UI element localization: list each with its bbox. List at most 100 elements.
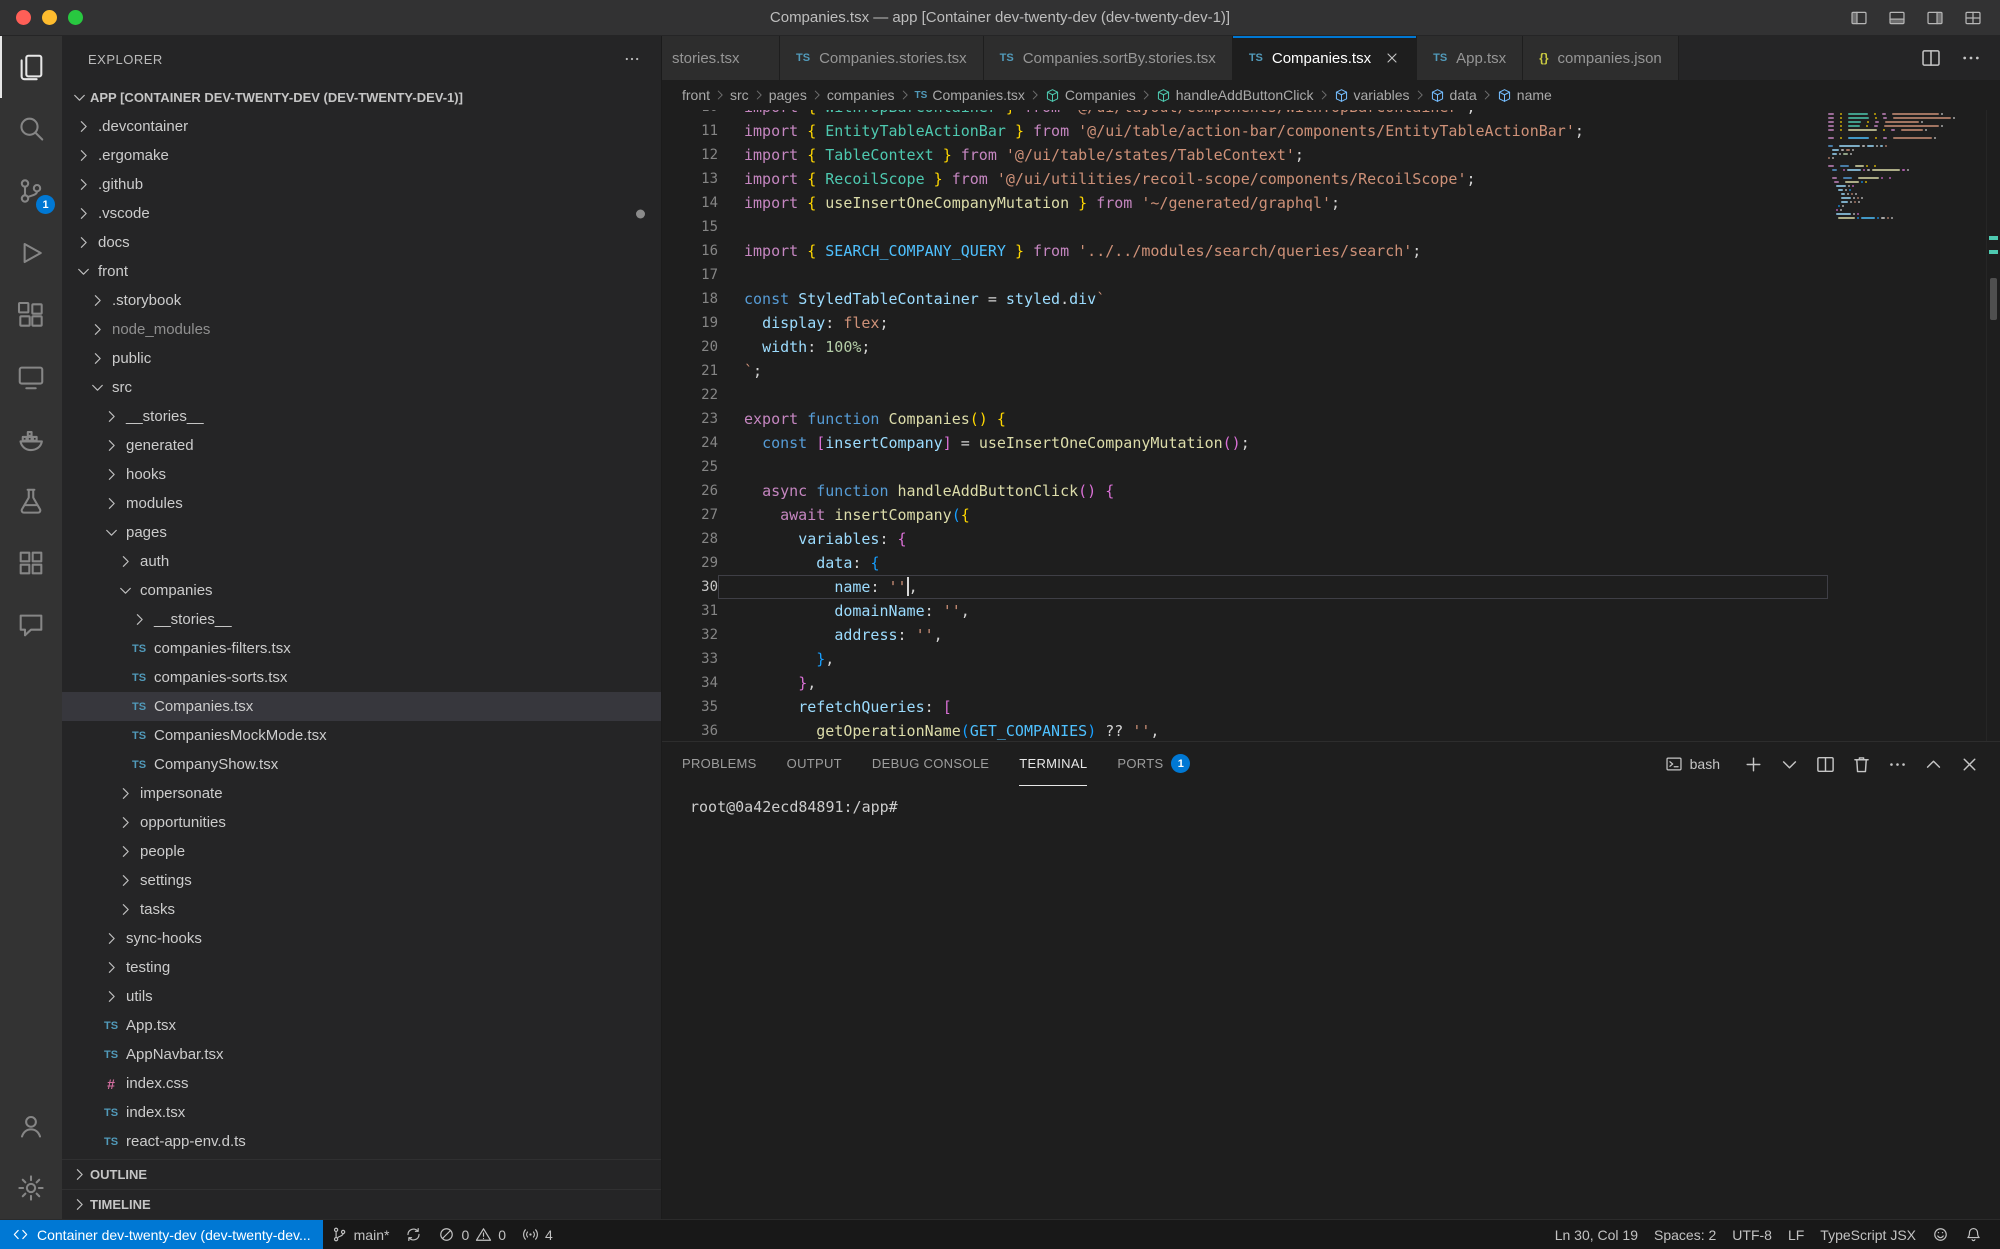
activity-item-docker[interactable]: [0, 408, 62, 470]
activity-item-extension-grid[interactable]: [0, 532, 62, 594]
tree-item-auth[interactable]: auth: [62, 547, 661, 576]
layout-grid-icon[interactable]: [1964, 9, 1982, 27]
code-line-26[interactable]: 26 async function handleAddButtonClick()…: [662, 479, 1828, 503]
activity-item-run-and-debug[interactable]: [0, 222, 62, 284]
activity-item-testing[interactable]: [0, 470, 62, 532]
panel-tab-terminal[interactable]: TERMINAL: [1019, 742, 1087, 786]
status-eol[interactable]: LF: [1780, 1220, 1812, 1249]
close-panel-icon[interactable]: [1959, 754, 1980, 775]
forwarded-ports-status[interactable]: 4: [514, 1220, 561, 1249]
activity-item-search[interactable]: [0, 98, 62, 160]
scrollbar-thumb[interactable]: [1990, 278, 1997, 320]
split-editor-icon[interactable]: [1920, 47, 1942, 69]
activity-item-source-control[interactable]: 1: [0, 160, 62, 222]
breadcrumb-name[interactable]: name: [1497, 87, 1552, 103]
code-line-18[interactable]: 18const StyledTableContainer = styled.di…: [662, 287, 1828, 311]
breadcrumb-companies[interactable]: companies: [827, 87, 895, 103]
breadcrumb-front[interactable]: front: [682, 87, 710, 103]
code-line-30[interactable]: 30 name: '',: [662, 575, 1828, 599]
code-line-15[interactable]: 15: [662, 215, 1828, 239]
tree-item-app-tsx[interactable]: TSApp.tsx: [62, 1011, 661, 1040]
code-line-12[interactable]: 12import { TableContext } from '@/ui/tab…: [662, 143, 1828, 167]
breadcrumb-src[interactable]: src: [730, 87, 749, 103]
tree-item-people[interactable]: people: [62, 837, 661, 866]
tree-item-companiesmockmode-tsx[interactable]: TSCompaniesMockMode.tsx: [62, 721, 661, 750]
tree-item-testing[interactable]: testing: [62, 953, 661, 982]
tree-item-sync-hooks[interactable]: sync-hooks: [62, 924, 661, 953]
code-line-27[interactable]: 27 await insertCompany({: [662, 503, 1828, 527]
activity-item-explorer[interactable]: [0, 36, 62, 98]
tree-item-index-css[interactable]: #index.css: [62, 1069, 661, 1098]
breadcrumb-companies-tsx[interactable]: TSCompanies.tsx: [915, 87, 1025, 103]
breadcrumb-data[interactable]: data: [1430, 87, 1477, 103]
terminal-profiles-icon[interactable]: [1779, 754, 1800, 775]
tree-item-settings[interactable]: settings: [62, 866, 661, 895]
code-line-22[interactable]: 22: [662, 383, 1828, 407]
tab-companies-sortby-stories-tsx[interactable]: TSCompanies.sortBy.stories.tsx: [984, 36, 1233, 80]
outline-section[interactable]: OUTLINE: [62, 1159, 661, 1189]
tab-stories-tsx[interactable]: stories.tsx: [662, 36, 780, 80]
split-terminal-icon[interactable]: [1815, 754, 1836, 775]
more-editor-actions-icon[interactable]: [1960, 47, 1982, 69]
code-editor[interactable]: 10import { WithTopBarContainer } from '@…: [662, 110, 1828, 741]
tree-item-storybook[interactable]: .storybook: [62, 286, 661, 315]
status-cursor-position[interactable]: Ln 30, Col 19: [1547, 1220, 1646, 1249]
tab-companies-stories-tsx[interactable]: TSCompanies.stories.tsx: [780, 36, 984, 80]
code-line-36[interactable]: 36 getOperationName(GET_COMPANIES) ?? ''…: [662, 719, 1828, 741]
tree-item-companies[interactable]: companies: [62, 576, 661, 605]
tree-item-stories[interactable]: __stories__: [62, 605, 661, 634]
activity-item-comments[interactable]: [0, 594, 62, 656]
tree-item-vscode[interactable]: .vscode: [62, 199, 661, 228]
minimap[interactable]: [1828, 110, 1986, 741]
git-branch-status[interactable]: main*: [323, 1220, 398, 1249]
panel-tab-problems[interactable]: PROBLEMS: [682, 742, 757, 786]
more-terminal-actions-icon[interactable]: [1887, 754, 1908, 775]
tree-item-modules[interactable]: modules: [62, 489, 661, 518]
tree-item-hooks[interactable]: hooks: [62, 460, 661, 489]
breadcrumb-variables[interactable]: variables: [1334, 87, 1410, 103]
status-indentation[interactable]: Spaces: 2: [1646, 1220, 1724, 1249]
tree-item-ergomake[interactable]: .ergomake: [62, 141, 661, 170]
layout-left-icon[interactable]: [1850, 9, 1868, 27]
panel-tab-debug-console[interactable]: DEBUG CONSOLE: [872, 742, 989, 786]
panel-tab-ports[interactable]: PORTS1: [1117, 742, 1190, 786]
tree-item-impersonate[interactable]: impersonate: [62, 779, 661, 808]
tree-item-docs[interactable]: docs: [62, 228, 661, 257]
tree-item-devcontainer[interactable]: .devcontainer: [62, 112, 661, 141]
new-terminal-icon[interactable]: [1743, 754, 1764, 775]
tree-item-utils[interactable]: utils: [62, 982, 661, 1011]
tab-companies-json[interactable]: {}companies.json: [1523, 36, 1679, 80]
code-line-35[interactable]: 35 refetchQueries: [: [662, 695, 1828, 719]
zoom-window-button[interactable]: [68, 10, 83, 25]
code-line-24[interactable]: 24 const [insertCompany] = useInsertOneC…: [662, 431, 1828, 455]
code-line-25[interactable]: 25: [662, 455, 1828, 479]
tree-item-companies-filters-tsx[interactable]: TScompanies-filters.tsx: [62, 634, 661, 663]
tree-item-companies-tsx[interactable]: TSCompanies.tsx: [62, 692, 661, 721]
tree-item-opportunities[interactable]: opportunities: [62, 808, 661, 837]
status-language-mode[interactable]: TypeScript JSX: [1812, 1220, 1924, 1249]
tree-item-tasks[interactable]: tasks: [62, 895, 661, 924]
activity-item-extensions[interactable]: [0, 284, 62, 346]
code-line-16[interactable]: 16import { SEARCH_COMPANY_QUERY } from '…: [662, 239, 1828, 263]
tree-item-index-tsx[interactable]: TSindex.tsx: [62, 1098, 661, 1127]
tree-item-pages[interactable]: pages: [62, 518, 661, 547]
tab-companies-tsx[interactable]: TSCompanies.tsx: [1233, 36, 1417, 80]
activity-item-remote-explorer[interactable]: [0, 346, 62, 408]
overview-ruler[interactable]: [1986, 110, 2000, 741]
sync-changes-button[interactable]: [397, 1220, 430, 1249]
code-line-14[interactable]: 14import { useInsertOneCompanyMutation }…: [662, 191, 1828, 215]
status-encoding[interactable]: UTF-8: [1724, 1220, 1780, 1249]
code-line-17[interactable]: 17: [662, 263, 1828, 287]
workspace-section-header[interactable]: APP [CONTAINER DEV-TWENTY-DEV (DEV-TWENT…: [62, 82, 661, 112]
layout-bottom-icon[interactable]: [1888, 9, 1906, 27]
code-line-20[interactable]: 20 width: 100%;: [662, 335, 1828, 359]
timeline-section[interactable]: TIMELINE: [62, 1189, 661, 1219]
code-line-33[interactable]: 33 },: [662, 647, 1828, 671]
breadcrumb-pages[interactable]: pages: [769, 87, 807, 103]
minimize-window-button[interactable]: [42, 10, 57, 25]
code-line-19[interactable]: 19 display: flex;: [662, 311, 1828, 335]
notifications-button[interactable]: [1957, 1220, 1990, 1249]
maximize-panel-icon[interactable]: [1923, 754, 1944, 775]
tree-item-appnavbar-tsx[interactable]: TSAppNavbar.tsx: [62, 1040, 661, 1069]
tab-app-tsx[interactable]: TSApp.tsx: [1417, 36, 1523, 80]
